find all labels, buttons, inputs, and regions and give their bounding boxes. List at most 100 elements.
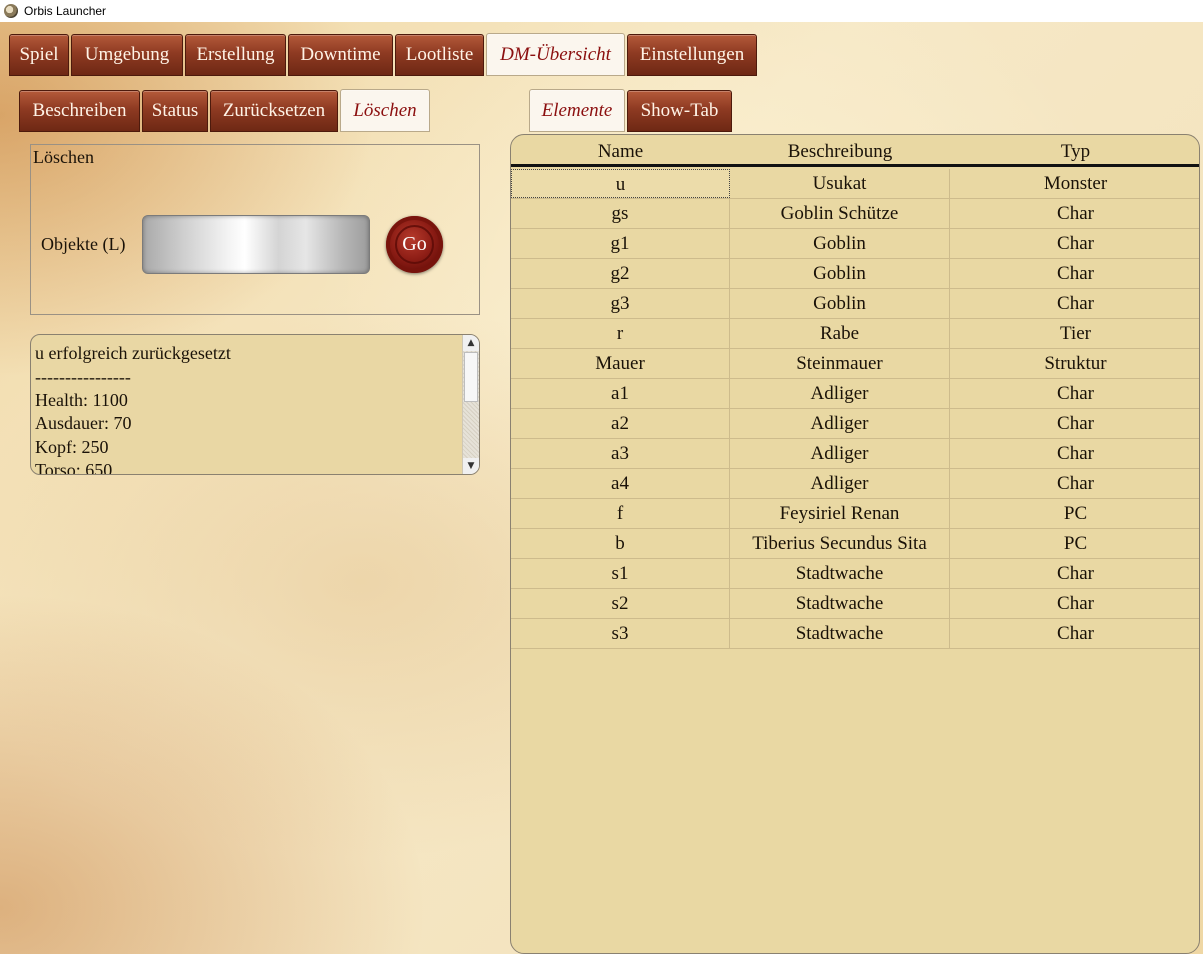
tab-status[interactable]: Status <box>142 90 208 132</box>
cell-typ[interactable]: Char <box>950 559 1199 588</box>
tab-zuruecksetzen[interactable]: Zurücksetzen <box>210 90 338 132</box>
table-header: Name Beschreibung Typ <box>511 135 1199 167</box>
log-line: Health: 1100 <box>35 389 128 410</box>
cell-beschreibung[interactable]: Stadtwache <box>730 619 950 648</box>
table-row[interactable]: s1 Stadtwache Char <box>511 559 1199 589</box>
scroll-up-icon[interactable]: ▲ <box>463 335 479 351</box>
cell-typ[interactable]: Char <box>950 199 1199 228</box>
groupbox-title: Löschen <box>33 147 94 167</box>
cell-beschreibung[interactable]: Tiberius Secundus Sita <box>730 529 950 558</box>
tab-beschreiben[interactable]: Beschreiben <box>19 90 140 132</box>
log-text: u erfolgreich zurückgesetzt ------------… <box>35 342 460 474</box>
scroll-thumb[interactable] <box>464 352 478 402</box>
tab-show-tab[interactable]: Show-Tab <box>627 90 732 132</box>
table-row[interactable]: a2 Adliger Char <box>511 409 1199 439</box>
cell-beschreibung[interactable]: Stadtwache <box>730 559 950 588</box>
column-header-typ[interactable]: Typ <box>950 141 1199 163</box>
cell-name[interactable]: g3 <box>511 289 730 318</box>
log-line: Ausdauer: 70 <box>35 413 132 433</box>
objects-input[interactable] <box>142 215 370 274</box>
cell-typ[interactable]: Char <box>950 589 1199 618</box>
table-row[interactable]: Mauer Steinmauer Struktur <box>511 349 1199 379</box>
table-row[interactable]: g3 Goblin Char <box>511 289 1199 319</box>
cell-typ[interactable]: Char <box>950 619 1199 648</box>
cell-beschreibung[interactable]: Adliger <box>730 469 950 498</box>
cell-typ[interactable]: Char <box>950 259 1199 288</box>
tab-spiel[interactable]: Spiel <box>9 34 69 76</box>
cell-beschreibung[interactable]: Goblin Schütze <box>730 199 950 228</box>
column-header-beschreibung[interactable]: Beschreibung <box>730 141 950 163</box>
cell-typ[interactable]: Tier <box>950 319 1199 348</box>
cell-typ[interactable]: Char <box>950 409 1199 438</box>
cell-beschreibung[interactable]: Goblin <box>730 289 950 318</box>
table-row[interactable]: b Tiberius Secundus Sita PC <box>511 529 1199 559</box>
tab-lootliste[interactable]: Lootliste <box>395 34 484 76</box>
tab-downtime[interactable]: Downtime <box>288 34 393 76</box>
log-line: u erfolgreich zurückgesetzt <box>35 343 231 363</box>
table-row[interactable]: g2 Goblin Char <box>511 259 1199 289</box>
cell-name[interactable]: s3 <box>511 619 730 648</box>
table-row[interactable]: a4 Adliger Char <box>511 469 1199 499</box>
cell-name[interactable]: a1 <box>511 379 730 408</box>
table-row[interactable]: a3 Adliger Char <box>511 439 1199 469</box>
table-row[interactable]: a1 Adliger Char <box>511 379 1199 409</box>
cell-name[interactable]: a2 <box>511 409 730 438</box>
tab-elemente[interactable]: Elemente <box>529 89 625 132</box>
cell-name[interactable]: r <box>511 319 730 348</box>
tab-erstellung[interactable]: Erstellung <box>185 34 286 76</box>
cell-name[interactable]: a3 <box>511 439 730 468</box>
table-row[interactable]: u Usukat Monster <box>511 169 1199 199</box>
cell-name[interactable]: a4 <box>511 469 730 498</box>
cell-name[interactable]: s2 <box>511 589 730 618</box>
cell-beschreibung[interactable]: Goblin <box>730 229 950 258</box>
log-line: ---------------- <box>35 366 131 387</box>
table-row[interactable]: f Feysiriel Renan PC <box>511 499 1199 529</box>
column-header-name[interactable]: Name <box>511 141 730 163</box>
table-row[interactable]: r Rabe Tier <box>511 319 1199 349</box>
log-output[interactable]: u erfolgreich zurückgesetzt ------------… <box>30 334 480 475</box>
delete-groupbox: Löschen Objekte (L) Go <box>30 144 480 315</box>
log-scrollbar[interactable]: ▲ ▼ <box>462 335 479 474</box>
tab-einstellungen[interactable]: Einstellungen <box>627 34 757 76</box>
cell-name[interactable]: g1 <box>511 229 730 258</box>
cell-typ[interactable]: Char <box>950 439 1199 468</box>
log-line: Kopf: 250 <box>35 436 109 457</box>
cell-name[interactable]: Mauer <box>511 349 730 378</box>
cell-name[interactable]: f <box>511 499 730 528</box>
table-row[interactable]: gs Goblin Schütze Char <box>511 199 1199 229</box>
cell-beschreibung[interactable]: Stadtwache <box>730 589 950 618</box>
table-row[interactable]: s3 Stadtwache Char <box>511 619 1199 649</box>
cell-beschreibung[interactable]: Adliger <box>730 439 950 468</box>
cell-typ[interactable]: Char <box>950 229 1199 258</box>
app-icon <box>4 4 18 18</box>
cell-beschreibung[interactable]: Feysiriel Renan <box>730 499 950 528</box>
go-button[interactable]: Go <box>386 216 443 273</box>
cell-beschreibung[interactable]: Goblin <box>730 259 950 288</box>
cell-beschreibung[interactable]: Steinmauer <box>730 349 950 378</box>
cell-name[interactable]: g2 <box>511 259 730 288</box>
window-titlebar: Orbis Launcher <box>0 0 1203 22</box>
cell-name[interactable]: s1 <box>511 559 730 588</box>
cell-typ[interactable]: Char <box>950 469 1199 498</box>
cell-name[interactable]: gs <box>511 199 730 228</box>
cell-beschreibung[interactable]: Rabe <box>730 319 950 348</box>
cell-typ[interactable]: Struktur <box>950 349 1199 378</box>
cell-typ[interactable]: Char <box>950 379 1199 408</box>
cell-name[interactable]: b <box>511 529 730 558</box>
objects-label: Objekte (L) <box>41 234 126 254</box>
table-row[interactable]: s2 Stadtwache Char <box>511 589 1199 619</box>
cell-typ[interactable]: Char <box>950 289 1199 318</box>
tab-dm-uebersicht[interactable]: DM-Übersicht <box>486 33 625 76</box>
go-button-label: Go <box>402 233 427 255</box>
cell-beschreibung[interactable]: Adliger <box>730 409 950 438</box>
tab-loeschen[interactable]: Löschen <box>340 89 430 132</box>
cell-beschreibung[interactable]: Adliger <box>730 379 950 408</box>
tab-umgebung[interactable]: Umgebung <box>71 34 183 76</box>
cell-beschreibung[interactable]: Usukat <box>730 169 950 198</box>
cell-typ[interactable]: PC <box>950 529 1199 558</box>
cell-name[interactable]: u <box>511 169 730 198</box>
scroll-down-icon[interactable]: ▼ <box>463 458 479 474</box>
table-row[interactable]: g1 Goblin Char <box>511 229 1199 259</box>
cell-typ[interactable]: Monster <box>950 169 1199 198</box>
cell-typ[interactable]: PC <box>950 499 1199 528</box>
